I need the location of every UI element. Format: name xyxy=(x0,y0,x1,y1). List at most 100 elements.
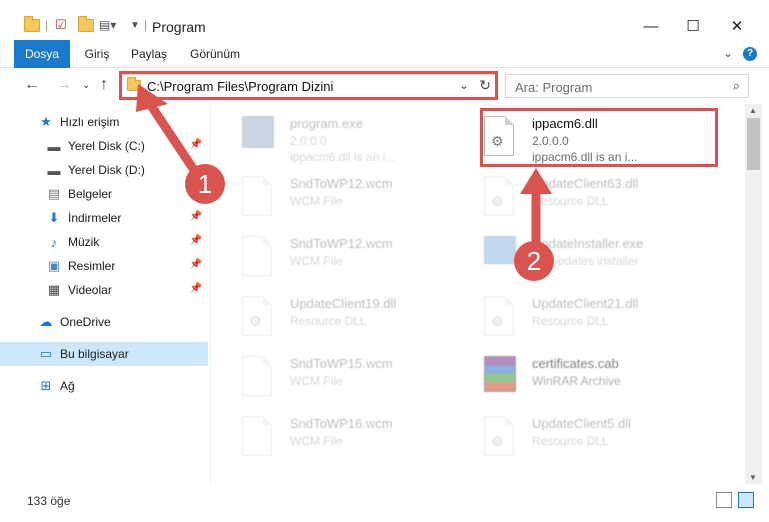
sidebar-item-documents[interactable]: ▤ Belgeler 📌 xyxy=(0,182,208,206)
sidebar-item-label: İndirmeler xyxy=(68,211,122,225)
file-item[interactable]: ⚙ UpdateClient21.dll Resource DLL xyxy=(464,290,704,350)
sidebar-item-quick-access[interactable]: ★ Hızlı erişim xyxy=(0,110,208,134)
file-name: SndToWP12.wcm xyxy=(290,236,393,251)
scrollbar-thumb[interactable] xyxy=(747,118,760,170)
file-type: WCM File xyxy=(290,434,343,448)
sidebar-item-label: Hızlı erişim xyxy=(60,115,120,129)
sidebar-item-local-disk-d[interactable]: ▬ Yerel Disk (D:) xyxy=(0,158,208,182)
sidebar-item-label: OneDrive xyxy=(60,315,111,329)
minimize-button[interactable]: — xyxy=(628,12,674,40)
file-type: Resource DLL xyxy=(290,314,367,328)
cloud-icon: ☁ xyxy=(39,314,53,329)
file-name: certificates.cab xyxy=(532,356,619,371)
download-icon: ⬇ xyxy=(48,210,60,225)
file-type: WCM File xyxy=(290,374,343,388)
quick-access-dropdown-icon[interactable]: ▼ xyxy=(130,16,140,34)
details-view-icon[interactable] xyxy=(716,492,732,508)
file-name: SndToWP16.wcm xyxy=(290,416,393,431)
file-icon xyxy=(242,176,276,220)
documents-icon: ▤ xyxy=(47,186,61,201)
file-description: ippacm6.dll is an i... xyxy=(290,150,396,164)
sidebar-item-this-pc[interactable]: ▭ Bu bilgisayar xyxy=(0,342,208,366)
drive-icon: ▬ xyxy=(47,138,61,154)
sidebar-item-local-disk-c[interactable]: ▬ Yerel Disk (C:) 📌 xyxy=(0,134,208,158)
file-item[interactable]: program.exe 2.0.0.0 ippacm6.dll is an i.… xyxy=(222,110,462,170)
exe-icon xyxy=(242,116,276,160)
file-version: 2.0.0.0 xyxy=(290,134,327,148)
new-folder-icon[interactable] xyxy=(78,15,94,34)
file-item[interactable]: certificates.cab WinRAR Archive xyxy=(464,350,704,410)
pictures-icon: ▣ xyxy=(47,258,61,273)
pin-icon[interactable]: 📌 xyxy=(190,139,202,150)
file-item[interactable]: UpdateInstaller.exe BY updates installer xyxy=(464,230,704,290)
search-placeholder: Ara: Program xyxy=(515,80,593,95)
pane-divider[interactable] xyxy=(210,104,211,484)
forward-arrow-icon[interactable]: → xyxy=(56,76,72,94)
sidebar-item-videos[interactable]: ▦ Videolar 📌 xyxy=(0,278,208,302)
vertical-scrollbar[interactable]: ▲ ▼ xyxy=(745,104,762,484)
up-arrow-icon[interactable]: ↑ xyxy=(100,76,108,94)
item-count: 133 öğe xyxy=(27,494,71,508)
back-arrow-icon[interactable]: ← xyxy=(24,76,40,94)
file-type: WCM File xyxy=(290,194,343,208)
help-icon[interactable]: ? xyxy=(743,47,757,61)
file-name: SndToWP12.wcm xyxy=(290,176,393,191)
search-input[interactable]: Ara: Program ⌕ xyxy=(505,74,749,98)
expand-ribbon-icon[interactable]: ⌄ xyxy=(723,46,733,60)
file-icon xyxy=(242,416,276,460)
status-bar: 133 öğe xyxy=(0,484,769,522)
sidebar-item-label: Müzik xyxy=(68,235,100,249)
network-icon: ⊞ xyxy=(40,378,52,393)
tiles-view-icon[interactable] xyxy=(738,492,754,508)
tab-home[interactable]: Giriş xyxy=(84,40,110,68)
computer-icon: ▭ xyxy=(39,346,53,361)
installer-icon xyxy=(484,236,518,280)
pin-icon[interactable]: 📌 xyxy=(190,283,202,294)
pin-icon[interactable]: 📌 xyxy=(190,235,202,246)
file-name: UpdateClient5.dll xyxy=(532,416,632,431)
ribbon-tabs: Dosya Giriş Paylaş Görünüm ⌄ ? xyxy=(0,40,769,100)
pin-icon[interactable]: 📌 xyxy=(190,259,202,270)
dll-icon: ⚙ xyxy=(484,176,518,220)
properties-icon[interactable]: ☑ xyxy=(55,16,67,34)
pin-icon[interactable]: 📌 xyxy=(190,211,202,222)
file-name: program.exe xyxy=(290,116,363,131)
sidebar-item-label: Belgeler xyxy=(68,187,113,201)
separator: | xyxy=(144,18,148,32)
file-item[interactable]: ⚙ UpdateClient63.dll Resource DLL xyxy=(464,170,704,230)
sidebar-item-pictures[interactable]: ▣ Resimler 📌 xyxy=(0,254,208,278)
tab-share[interactable]: Paylaş xyxy=(130,40,168,68)
tab-view[interactable]: Görünüm xyxy=(190,40,240,68)
sidebar-item-label: Yerel Disk (D:) xyxy=(68,163,145,177)
scroll-up-icon[interactable]: ▲ xyxy=(749,106,757,115)
sidebar-item-music[interactable]: ♪ Müzik 📌 xyxy=(0,230,208,254)
dll-icon: ⚙ xyxy=(484,416,518,460)
close-button[interactable]: ✕ xyxy=(714,12,760,40)
address-bar-highlight xyxy=(119,71,498,100)
sidebar-item-onedrive[interactable]: ☁ OneDrive xyxy=(0,310,208,334)
sidebar-item-label: Yerel Disk (C:) xyxy=(68,139,145,153)
search-icon[interactable]: ⌕ xyxy=(733,78,740,94)
navigation-pane: ★ Hızlı erişim ▬ Yerel Disk (C:) 📌 ▬ Yer… xyxy=(0,104,208,484)
file-item[interactable]: SndToWP16.wcm WCM File xyxy=(222,410,462,470)
file-item[interactable]: SndToWP12.wcm WCM File xyxy=(222,230,462,290)
title-bar: | ☑ ▤▾ ▼ | Program — ☐ ✕ xyxy=(0,0,769,40)
file-type: Resource DLL xyxy=(532,314,609,328)
sidebar-item-network[interactable]: ⊞ Ağ xyxy=(0,374,208,398)
window-title: Program xyxy=(152,19,206,35)
star-icon: ★ xyxy=(40,114,52,129)
customize-toolbar-icon[interactable]: ▤▾ xyxy=(99,16,116,34)
file-name: UpdateClient21.dll xyxy=(532,296,639,311)
recent-locations-icon[interactable]: ⌄ xyxy=(82,80,90,91)
maximize-button[interactable]: ☐ xyxy=(670,12,716,40)
file-item[interactable]: ⚙ UpdateClient19.dll Resource DLL xyxy=(222,290,462,350)
sidebar-item-downloads[interactable]: ⬇ İndirmeler 📌 xyxy=(0,206,208,230)
file-type: WCM File xyxy=(290,254,343,268)
music-icon: ♪ xyxy=(50,234,58,250)
scroll-down-icon[interactable]: ▼ xyxy=(749,473,757,482)
step-2-badge: 2 xyxy=(514,241,554,281)
file-item[interactable]: ⚙ UpdateClient5.dll Resource DLL xyxy=(464,410,704,470)
file-item[interactable]: SndToWP12.wcm WCM File xyxy=(222,170,462,230)
drive-icon: ▬ xyxy=(47,162,61,178)
file-item[interactable]: SndToWP15.wcm WCM File xyxy=(222,350,462,410)
